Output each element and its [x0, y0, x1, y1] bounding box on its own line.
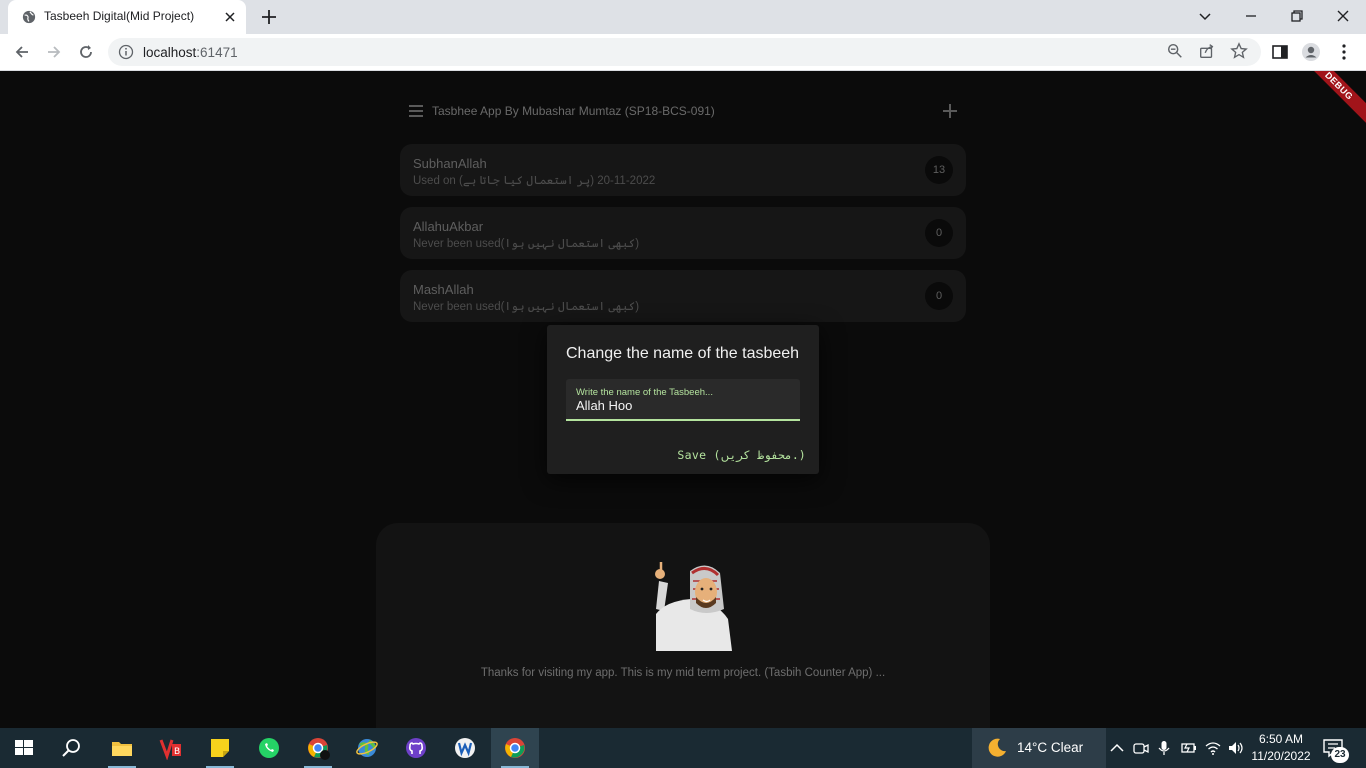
rename-tasbeeh-dialog: Change the name of the tasbeeh Write the…	[547, 325, 819, 474]
address-bar[interactable]: localhost:61471	[108, 38, 1261, 66]
close-tab-icon[interactable]	[222, 9, 238, 25]
field-label: Write the name of the Tasbeeh...	[576, 387, 713, 398]
tasbeeh-count-badge: 0	[925, 219, 953, 247]
app-title: Tasbhee App By Mubashar Mumtaz (SP18-BCS…	[432, 104, 715, 118]
vb-app[interactable]: B	[147, 728, 195, 768]
share-icon[interactable]	[1198, 42, 1216, 60]
globe-icon	[22, 10, 36, 24]
windows-taskbar: B 14°C Clear 6:50 AM 11/20/2022 23	[0, 728, 1366, 768]
weather-text: 14°C Clear	[1017, 740, 1084, 755]
tasbeeh-list-item[interactable]: MashAllah Never been used(کبھی استعمال ن…	[400, 270, 966, 322]
meet-now-icon[interactable]	[1132, 739, 1150, 757]
clock-date: 11/20/2022	[1251, 749, 1311, 763]
profile-avatar-icon[interactable]	[1301, 42, 1321, 62]
tasbeeh-name: SubhanAllah	[413, 156, 487, 171]
whatsapp-app[interactable]	[245, 728, 293, 768]
globe-app[interactable]	[343, 728, 391, 768]
microphone-icon[interactable]	[1155, 739, 1173, 757]
whatsapp-icon	[259, 738, 279, 758]
github-icon	[406, 738, 426, 758]
character-illustration	[655, 562, 732, 651]
tasbeeh-name: AllahuAkbar	[413, 219, 484, 234]
hamburger-menu-icon[interactable]	[408, 104, 424, 118]
tab-search-icon[interactable]	[1195, 6, 1215, 26]
url-text: localhost:61471	[143, 45, 238, 60]
tasbeeh-count-badge: 0	[925, 282, 953, 310]
moon-icon	[988, 738, 1006, 757]
app-bar: Tasbhee App By Mubashar Mumtaz (SP18-BCS…	[400, 95, 966, 127]
dialog-title: Change the name of the tasbeeh	[566, 345, 800, 362]
site-info-icon[interactable]	[118, 44, 134, 60]
speaker-icon[interactable]	[1227, 739, 1245, 757]
tasbeeh-list-item[interactable]: AllahuAkbar Never been used(کبھی استعمال…	[400, 207, 966, 259]
sticky-notes-app[interactable]	[196, 728, 244, 768]
bookmark-star-icon[interactable]	[1230, 42, 1248, 60]
chrome-profile-app[interactable]	[294, 728, 342, 768]
kebab-menu-icon[interactable]	[1334, 42, 1354, 62]
minimize-icon[interactable]	[1241, 6, 1261, 26]
side-panel-icon[interactable]	[1270, 42, 1290, 62]
start-button[interactable]	[0, 728, 48, 768]
svg-text:B: B	[174, 747, 180, 757]
tasbeeh-count-badge: 13	[925, 156, 953, 184]
restore-icon[interactable]	[1287, 6, 1307, 26]
tasbeeh-usage: Never been used(کبھی استعمال نہیں ہوا)	[413, 301, 640, 313]
battery-icon[interactable]	[1180, 739, 1198, 757]
word-doc-icon	[455, 738, 475, 758]
footer-message: Thanks for visiting my app. This is my m…	[480, 667, 886, 679]
footer-panel: Thanks for visiting my app. This is my m…	[376, 523, 990, 728]
notification-count-badge: 23	[1331, 747, 1349, 763]
back-arrow-icon[interactable]	[12, 42, 32, 62]
reload-icon[interactable]	[76, 42, 96, 62]
tab-title: Tasbeeh Digital(Mid Project)	[44, 9, 195, 23]
browser-tab[interactable]: Tasbeeh Digital(Mid Project)	[8, 0, 246, 34]
browser-toolbar: localhost:61471	[0, 34, 1366, 71]
new-tab-icon[interactable]	[260, 8, 278, 26]
debug-banner: DEBUG	[1295, 71, 1366, 130]
search-button[interactable]	[48, 728, 96, 768]
globe-icon	[356, 739, 378, 757]
tasbeeh-name: MashAllah	[413, 282, 474, 297]
chevron-up-icon[interactable]	[1108, 739, 1126, 757]
folder-icon	[112, 742, 132, 756]
system-clock[interactable]: 6:50 AM 11/20/2022	[1246, 731, 1316, 765]
wifi-icon[interactable]	[1204, 739, 1222, 757]
tasbeeh-name-input[interactable]	[576, 398, 790, 413]
github-desktop-app[interactable]	[392, 728, 440, 768]
clock-time: 6:50 AM	[1258, 732, 1304, 746]
tasbeeh-usage: Never been used(کبھی استعمال نہیں ہوا)	[413, 238, 640, 250]
word-app[interactable]	[441, 728, 489, 768]
close-window-icon[interactable]	[1333, 6, 1353, 26]
vb-logo-icon: B	[159, 739, 181, 760]
search-icon	[62, 739, 80, 757]
chrome-app-active[interactable]	[491, 728, 539, 768]
app-viewport: DEBUG Tasbhee App By Mubashar Mumtaz (SP…	[0, 71, 1366, 728]
tasbeeh-list-item[interactable]: SubhanAllah Used on (پر استعمال کیا جاتا…	[400, 144, 966, 196]
zoom-icon[interactable]	[1166, 42, 1184, 60]
weather-widget[interactable]: 14°C Clear	[972, 728, 1106, 768]
windows-logo-icon	[15, 740, 33, 755]
chrome-icon	[505, 738, 525, 758]
add-tasbeeh-icon[interactable]	[942, 103, 958, 119]
tasbeeh-name-field[interactable]: Write the name of the Tasbeeh...	[566, 379, 800, 421]
forward-arrow-icon[interactable]	[44, 42, 64, 62]
browser-tab-strip: Tasbeeh Digital(Mid Project)	[0, 0, 1366, 34]
save-button[interactable]: Save (محفوظ کریں.)	[677, 448, 806, 462]
tasbeeh-usage: Used on (پر استعمال کیا جاتا ہے) 2022-11…	[413, 175, 656, 187]
sticky-note-icon	[211, 739, 229, 757]
chrome-icon	[308, 738, 330, 760]
file-explorer-app[interactable]	[98, 728, 146, 768]
